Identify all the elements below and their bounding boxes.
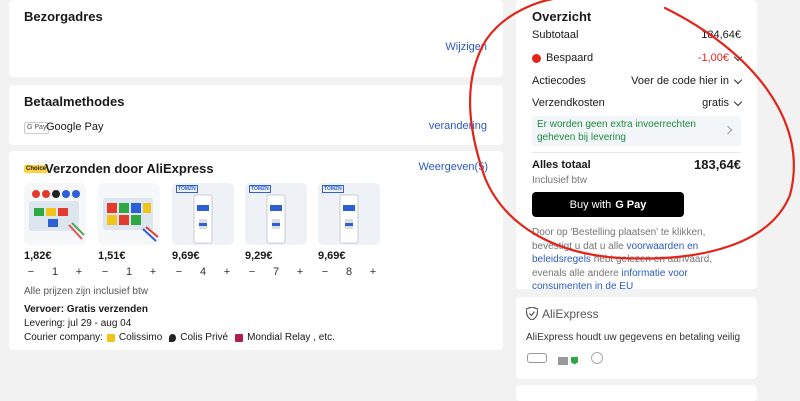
promo-codes-row[interactable]: Actiecodes Voer de code hier in (532, 75, 743, 87)
item-price: 9,69€ (318, 250, 346, 262)
quantity-stepper: − 1 + (24, 264, 86, 280)
saved-value: -1,00€ (697, 52, 729, 64)
product-thumb[interactable]: TOMZN (245, 183, 307, 245)
quantity-value[interactable]: 1 (48, 266, 62, 278)
decrease-button[interactable]: − (245, 266, 259, 278)
colis-prive-icon (169, 333, 177, 342)
courier-name: Colis Privé (180, 332, 229, 343)
change-payment-link[interactable]: verandering (429, 120, 487, 132)
discount-icon (532, 53, 541, 63)
courier-name: Mondial Relay , etc. (247, 332, 335, 343)
increase-button[interactable]: + (366, 266, 380, 278)
payment-method-label: Google Pay (46, 121, 104, 133)
product-thumb[interactable]: TOMZN (172, 183, 234, 245)
increase-button[interactable]: + (293, 266, 307, 278)
quantity-stepper: − 8 + (318, 264, 380, 280)
total-row: Alles totaal 183,64€ (532, 157, 741, 172)
trust-text: AliExpress houdt uw gegevens en betaling… (526, 332, 741, 343)
quantity-value[interactable]: 4 (196, 266, 210, 278)
chevron-down-icon (733, 75, 743, 84)
decrease-button[interactable]: − (98, 266, 112, 278)
brand-label: TOMZN (176, 185, 198, 193)
decrease-button[interactable]: − (318, 266, 332, 278)
quantity-stepper: − 4 + (172, 264, 234, 280)
courier-name: Colissimo (118, 332, 163, 343)
decrease-button[interactable]: − (172, 266, 186, 278)
tax-note: Alle prijzen zijn inclusief btw (24, 286, 148, 297)
item-price: 1,82€ (24, 250, 52, 262)
decrease-button[interactable]: − (24, 266, 38, 278)
buy-with-google-pay-button[interactable]: Buy with G Pay (532, 192, 684, 217)
total-label: Alles totaal (532, 158, 591, 171)
promo-codes-label: Actiecodes (532, 75, 586, 87)
buy-label: Buy with (569, 198, 612, 211)
saved-label: Bespaard (546, 52, 594, 64)
shipping-cost-value: gratis (702, 97, 729, 109)
verified-badge-icon (558, 353, 580, 365)
import-duty-notice[interactable]: Er worden geen extra invoerrechten gehev… (532, 116, 741, 146)
chevron-down-icon (733, 52, 743, 61)
payment-title: Betaalmethodes (24, 94, 125, 109)
summary-title: Overzicht (532, 9, 592, 24)
product-thumb[interactable] (98, 183, 160, 245)
subtotal-row: Subtotaal 184,64€ (532, 29, 741, 41)
courier-label: Courier company: (24, 332, 103, 343)
resistor-kit-image (29, 190, 85, 240)
shipping-cost-label: Verzendkosten (532, 97, 605, 109)
shipping-cost-row[interactable]: Verzendkosten gratis (532, 97, 743, 109)
courier-row: Courier company: Colissimo Colis Privé M… (24, 332, 335, 343)
brand-label: TOMZN (249, 185, 271, 193)
item-price: 9,69€ (172, 250, 200, 262)
summary-divider (532, 152, 741, 153)
item-price: 9,29€ (245, 250, 273, 262)
shield-icon (525, 306, 539, 321)
delivery-window: Levering: jul 29 - aug 04 (24, 318, 132, 329)
promo-code-input[interactable]: Voer de code hier in (631, 75, 729, 87)
security-badge-icon (527, 353, 547, 363)
total-tax-note: Inclusief btw (532, 175, 588, 186)
total-value: 183,64€ (694, 157, 741, 172)
subtotal-value: 184,64€ (701, 29, 741, 41)
legal-text: Door op 'Bestelling plaatsen' te klikken… (532, 227, 713, 292)
payment-card: Betaalmethodes G Pay Google Pay verander… (9, 85, 503, 145)
chevron-down-icon (733, 97, 743, 106)
chevron-right-icon (723, 125, 733, 135)
quantity-value[interactable]: 8 (342, 266, 356, 278)
quantity-stepper: − 7 + (245, 264, 307, 280)
delivery-card: Bezorgadres Wijzigen (9, 0, 503, 77)
ssl-badge-icon (591, 352, 603, 364)
saved-row[interactable]: Bespaard -1,00€ (532, 52, 743, 64)
shipping-card: Choice Verzonden door AliExpress Weergev… (9, 151, 503, 350)
mondial-relay-icon (235, 333, 244, 342)
product-thumb[interactable] (24, 183, 86, 245)
summary-card: Overzicht Subtotaal 184,64€ Bespaard -1,… (516, 0, 757, 292)
brand-label: TOMZN (322, 185, 344, 193)
increase-button[interactable]: + (146, 266, 160, 278)
quantity-stepper: − 1 + (98, 264, 160, 280)
product-thumb[interactable]: TOMZN (318, 183, 380, 245)
quantity-value[interactable]: 7 (269, 266, 283, 278)
subtotal-label: Subtotaal (532, 29, 579, 41)
trust-card: AliExpress AliExpress houdt uw gegevens … (516, 297, 757, 379)
carrier-info: Vervoer: Gratis verzenden (24, 304, 148, 315)
bottom-card (516, 385, 757, 401)
increase-button[interactable]: + (72, 266, 86, 278)
view-items-link[interactable]: Weergeven(5) (419, 161, 489, 173)
google-pay-icon: G Pay (615, 198, 647, 211)
increase-button[interactable]: + (220, 266, 234, 278)
import-duty-text: Er worden geen extra invoerrechten gehev… (537, 119, 696, 143)
aliexpress-logo: AliExpress (542, 307, 599, 321)
quantity-value[interactable]: 1 (122, 266, 136, 278)
edit-address-link[interactable]: Wijzigen (445, 41, 487, 53)
led-kit-image (103, 198, 159, 242)
delivery-title: Bezorgadres (24, 9, 103, 24)
item-price: 1,51€ (98, 250, 126, 262)
shipping-title: Verzonden door AliExpress (45, 161, 214, 176)
colissimo-icon (106, 333, 115, 342)
